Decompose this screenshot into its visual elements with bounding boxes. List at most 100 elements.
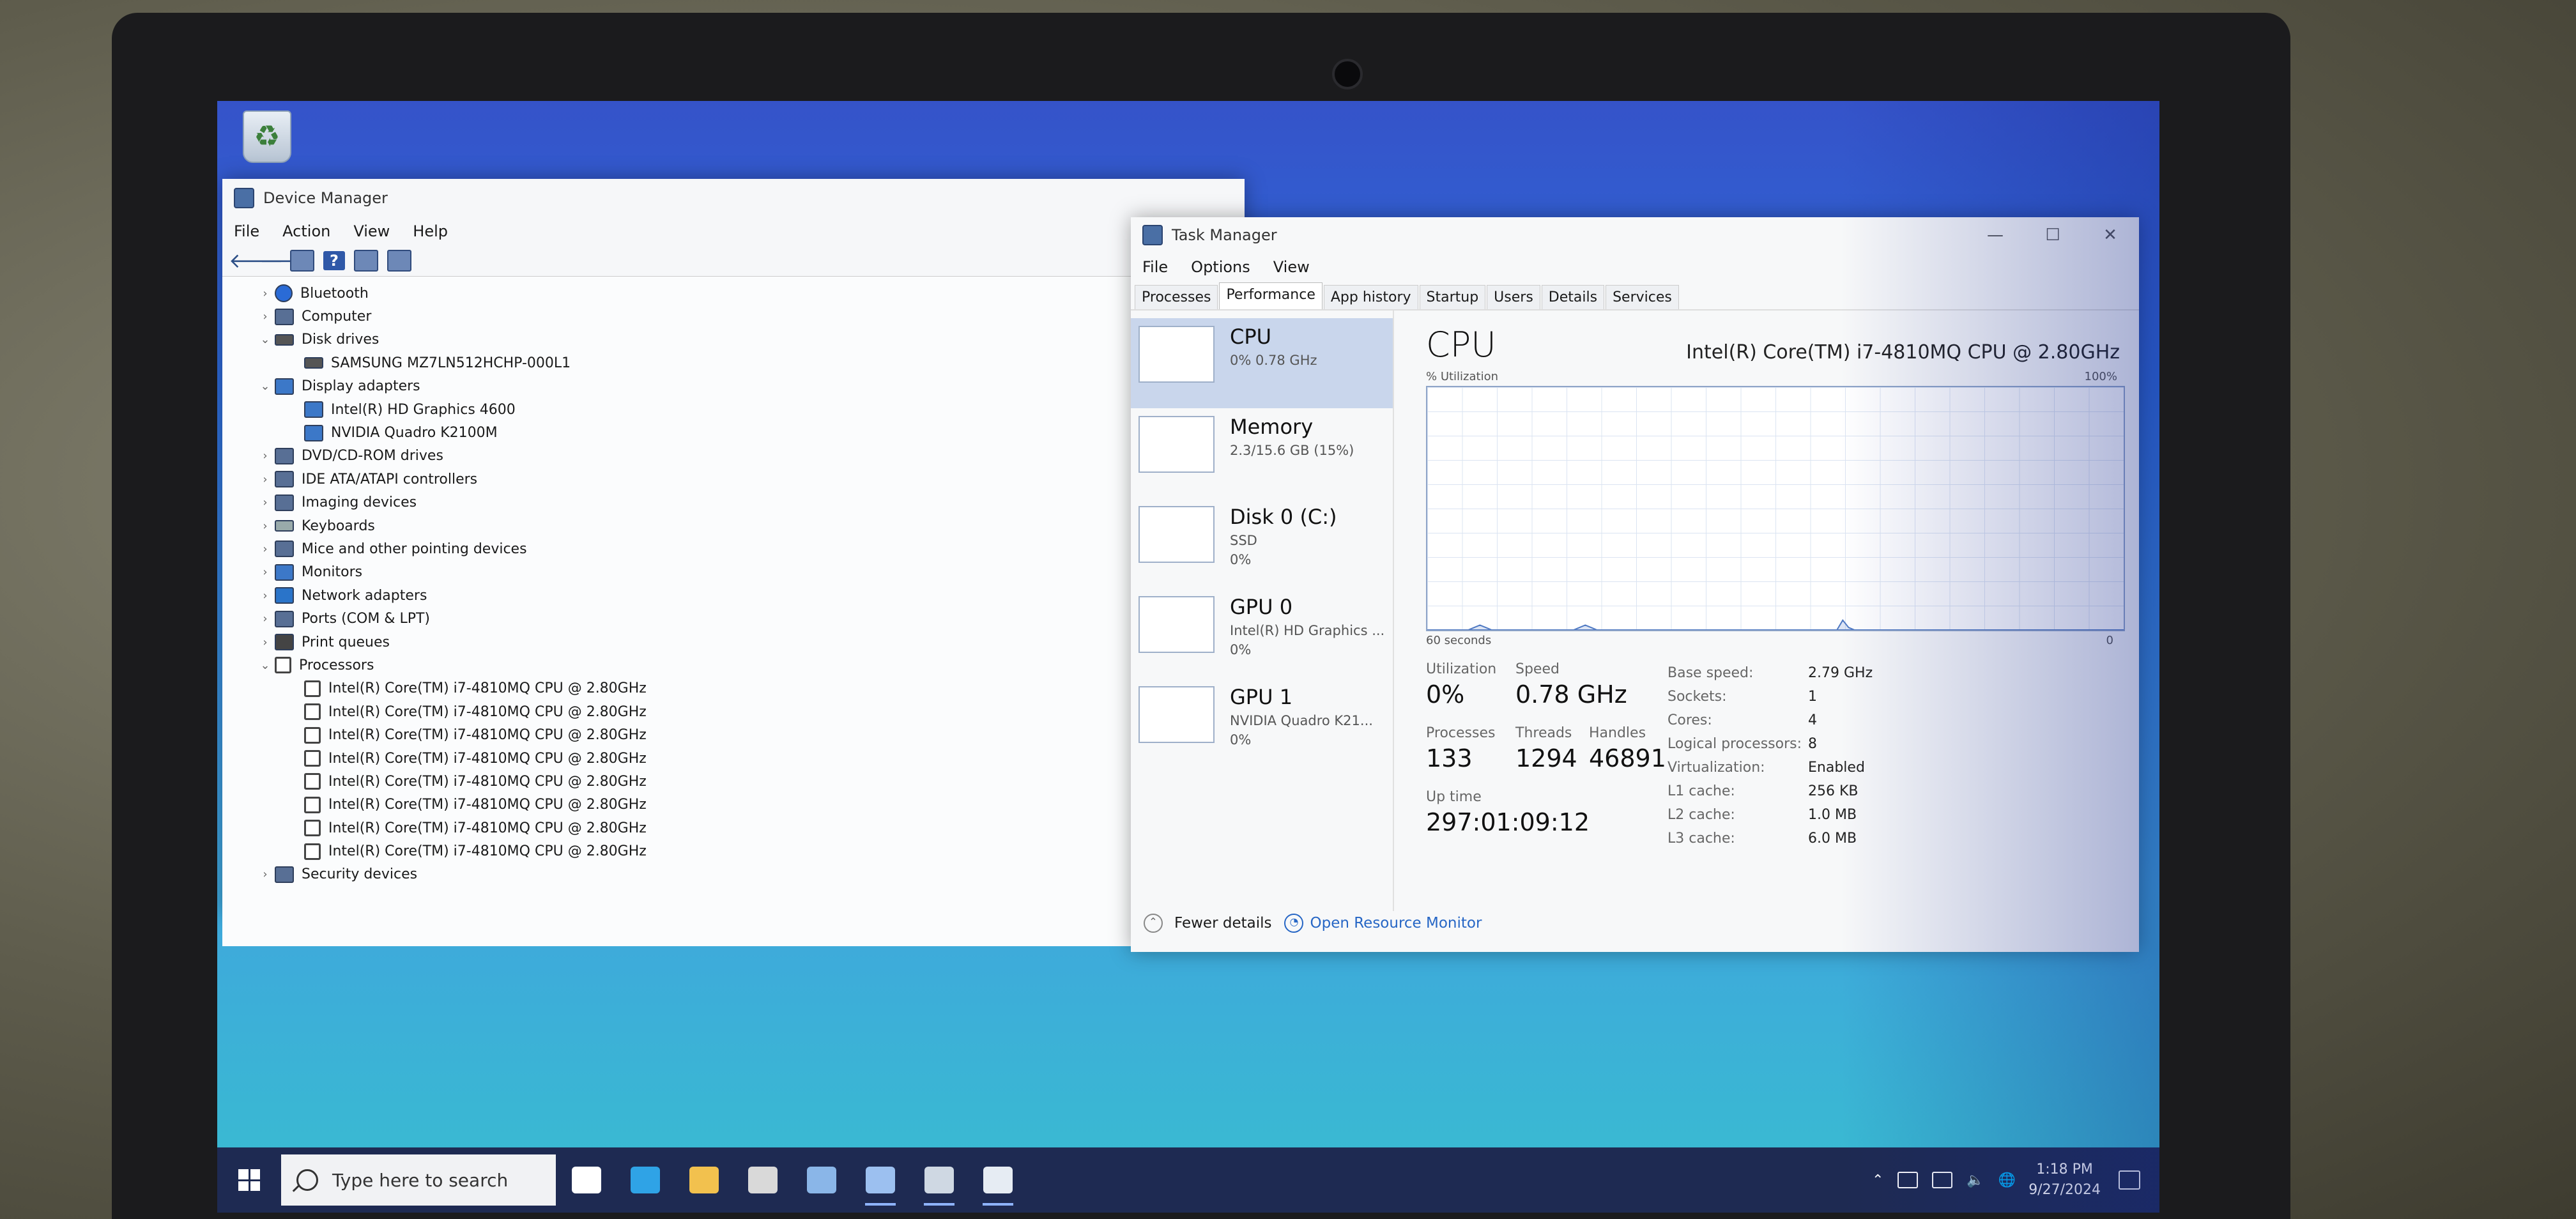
help-icon[interactable]: ? [323, 251, 345, 270]
tree-node[interactable]: Intel(R) Core(TM) i7-4810MQ CPU @ 2.80GH… [222, 723, 1245, 746]
tree-node[interactable]: › Bluetooth [222, 282, 1245, 305]
sidebar-item-gpu-1[interactable]: GPU 1 NVIDIA Quadro K21... 0% [1131, 678, 1393, 769]
clock[interactable]: 1:18 PM 9/27/2024 [2028, 1160, 2101, 1200]
chevron-right-icon[interactable]: › [256, 473, 275, 486]
menu-file[interactable]: File [222, 222, 271, 240]
remote-desktop-taskbar-button[interactable] [915, 1154, 963, 1206]
fewer-details-link[interactable]: Fewer details [1174, 915, 1271, 931]
ide-controller-icon [275, 471, 294, 488]
minimize-button[interactable]: — [1966, 226, 2024, 245]
forward-arrow-icon[interactable]: 🡒 [259, 250, 314, 271]
chevron-right-icon[interactable]: › [256, 519, 275, 533]
tree-node[interactable]: › Computer [222, 305, 1245, 328]
tab-services[interactable]: Services [1606, 285, 1679, 309]
tree-node[interactable]: › Monitors [222, 561, 1245, 584]
mail-taskbar-button[interactable] [797, 1154, 846, 1206]
tree-node[interactable]: › Mice and other pointing devices [222, 537, 1245, 560]
tree-node[interactable]: Intel(R) Core(TM) i7-4810MQ CPU @ 2.80GH… [222, 677, 1245, 700]
menu-view[interactable]: View [1262, 258, 1321, 276]
display-adapter-icon [304, 424, 323, 441]
device-manager-titlebar[interactable]: Device Manager [222, 179, 1245, 217]
tree-node[interactable]: › Network adapters [222, 584, 1245, 607]
tab-details[interactable]: Details [1541, 285, 1605, 309]
task-manager-titlebar[interactable]: Task Manager — ☐ ✕ [1131, 217, 2139, 253]
show-hidden-icons-icon[interactable]: ⌃ [1872, 1172, 1883, 1188]
tree-node[interactable]: Intel(R) Core(TM) i7-4810MQ CPU @ 2.80GH… [222, 816, 1245, 839]
chevron-right-icon[interactable]: › [256, 612, 275, 625]
menu-help[interactable]: Help [401, 222, 459, 240]
sidebar-item-cpu[interactable]: CPU 0% 0.78 GHz [1131, 318, 1393, 408]
tree-node[interactable]: Intel(R) Core(TM) i7-4810MQ CPU @ 2.80GH… [222, 839, 1245, 862]
display-adapter-icon [304, 401, 323, 418]
taskbar: Type here to search ⌃ 🔈 🌐 1:18 PM 9/27/2… [217, 1147, 2159, 1213]
chevron-right-icon[interactable]: › [256, 636, 275, 649]
edge-taskbar-button[interactable] [621, 1154, 670, 1206]
start-button[interactable] [217, 1147, 281, 1213]
chevron-right-icon[interactable]: › [256, 542, 275, 556]
tree-node[interactable]: › DVD/CD-ROM drives [222, 445, 1245, 468]
device-manager-taskbar-button[interactable] [856, 1154, 905, 1206]
task-manager-taskbar-button[interactable] [974, 1154, 1022, 1206]
notification-center-icon[interactable] [2119, 1170, 2140, 1190]
tree-node[interactable]: SAMSUNG MZ7LN512HCHP-000L1 [222, 351, 1245, 374]
menu-view[interactable]: View [342, 222, 401, 240]
maximize-button[interactable]: ☐ [2024, 226, 2082, 245]
microsoft-store-taskbar-button[interactable] [739, 1154, 787, 1206]
menu-options[interactable]: Options [1179, 258, 1262, 276]
tree-node[interactable]: Intel(R) Core(TM) i7-4810MQ CPU @ 2.80GH… [222, 770, 1245, 793]
cpu-detail-key: L1 cache: [1667, 783, 1735, 799]
sidebar-item-gpu-0[interactable]: GPU 0 Intel(R) HD Graphics ... 0% [1131, 588, 1393, 678]
tree-node[interactable]: Intel(R) Core(TM) i7-4810MQ CPU @ 2.80GH… [222, 700, 1245, 723]
volume-icon[interactable]: 🔈 [1966, 1172, 1984, 1188]
properties-icon[interactable] [290, 250, 314, 272]
sidebar-item-memory[interactable]: Memory 2.3/15.6 GB (15%) [1131, 408, 1393, 498]
tree-node[interactable]: › IDE ATA/ATAPI controllers [222, 468, 1245, 491]
chevron-down-icon[interactable]: ⌄ [256, 659, 275, 672]
tree-node[interactable]: ⌄ Display adapters [222, 375, 1245, 398]
language-globe-icon[interactable]: 🌐 [1998, 1172, 2016, 1188]
network-icon[interactable] [1932, 1172, 1953, 1188]
tree-node[interactable]: › Print queues [222, 631, 1245, 654]
tab-performance[interactable]: Performance [1219, 282, 1322, 309]
tree-node[interactable]: Intel(R) Core(TM) i7-4810MQ CPU @ 2.80GH… [222, 793, 1245, 816]
tree-node[interactable]: › Keyboards [222, 514, 1245, 537]
tree-node[interactable]: Intel(R) Core(TM) i7-4810MQ CPU @ 2.80GH… [222, 747, 1245, 770]
task-view-taskbar-button[interactable] [562, 1154, 611, 1206]
chevron-right-icon[interactable]: › [256, 310, 275, 323]
scan-hardware-icon[interactable] [387, 250, 411, 272]
open-resource-monitor-link[interactable]: ◔ Open Resource Monitor [1284, 914, 1482, 933]
tree-node[interactable]: › Ports (COM & LPT) [222, 607, 1245, 630]
tab-app-history[interactable]: App history [1323, 285, 1418, 309]
tree-node-label: Intel(R) Core(TM) i7-4810MQ CPU @ 2.80GH… [328, 820, 647, 836]
tab-users[interactable]: Users [1487, 285, 1540, 309]
tree-node[interactable]: ⌄ Processors [222, 654, 1245, 677]
tree-node[interactable]: ⌄ Disk drives [222, 328, 1245, 351]
tree-node[interactable]: › Security devices [222, 863, 1245, 886]
system-tray: ⌃ 🔈 🌐 1:18 PM 9/27/2024 [1872, 1160, 2159, 1200]
sidebar-item-disk-0-c[interactable]: Disk 0 (C:) SSD 0% [1131, 498, 1393, 588]
search-box[interactable]: Type here to search [281, 1154, 556, 1206]
menu-file[interactable]: File [1131, 258, 1179, 276]
close-button[interactable]: ✕ [2082, 226, 2139, 245]
recycle-bin-icon[interactable]: ♻ [243, 111, 291, 163]
chevron-down-icon[interactable]: ⌄ [256, 379, 275, 393]
back-arrow-icon[interactable]: 🡐 [229, 250, 284, 271]
chevron-right-icon[interactable]: › [256, 287, 275, 300]
chevron-right-icon[interactable]: › [256, 449, 275, 463]
menu-action[interactable]: Action [271, 222, 342, 240]
chevron-down-icon[interactable]: ⌄ [256, 333, 275, 346]
chevron-right-icon[interactable]: › [256, 496, 275, 509]
file-explorer-taskbar-button[interactable] [680, 1154, 728, 1206]
tree-node[interactable]: NVIDIA Quadro K2100M [222, 421, 1245, 444]
chevron-up-icon[interactable]: ⌃ [1144, 914, 1163, 933]
chevron-right-icon[interactable]: › [256, 565, 275, 579]
update-driver-icon[interactable] [354, 250, 378, 272]
tab-startup[interactable]: Startup [1419, 285, 1486, 309]
battery-icon[interactable] [1897, 1172, 1919, 1188]
tab-processes[interactable]: Processes [1135, 285, 1218, 309]
tree-node[interactable]: Intel(R) HD Graphics 4600 [222, 398, 1245, 421]
tree-node[interactable]: › Imaging devices [222, 491, 1245, 514]
chevron-right-icon[interactable]: › [256, 589, 275, 602]
device-tree: › Bluetooth › Computer ⌄ Disk drives SAMSUNG M… [222, 277, 1245, 946]
chevron-right-icon[interactable]: › [256, 868, 275, 881]
